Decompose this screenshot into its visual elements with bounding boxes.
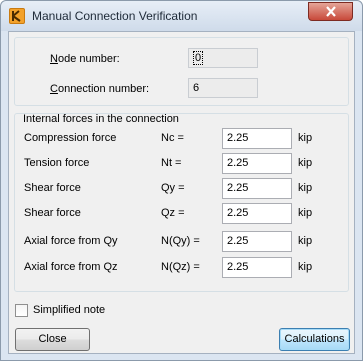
window-close-button[interactable] <box>308 2 353 21</box>
force-unit-label: kip <box>298 207 313 219</box>
force-name-label: Axial force from Qy <box>24 235 118 247</box>
force-unit-label: kip <box>298 235 313 247</box>
force-unit-label: kip <box>298 132 313 144</box>
force-value-input[interactable]: 2.25 <box>222 178 292 199</box>
force-name-label: Compression force <box>24 132 117 144</box>
simplified-note-label: Simplified note <box>33 304 106 316</box>
internal-forces-title: Internal forces in the connection <box>23 113 179 125</box>
internal-forces-group: Internal forces in the connection Compre… <box>14 113 349 292</box>
force-value-input[interactable]: 2.25 <box>222 257 292 278</box>
dialog-window: Manual Connection Verification Node numb… <box>0 0 363 361</box>
connection-number-field[interactable]: 6 <box>188 78 258 98</box>
title-bar[interactable]: Manual Connection Verification <box>1 1 362 31</box>
force-symbol-label: Qz = <box>161 207 185 219</box>
close-button[interactable]: Close <box>15 328 90 351</box>
node-number-label: Node number: <box>50 53 120 65</box>
force-unit-label: kip <box>298 157 313 169</box>
node-number-field[interactable]: 0 <box>188 48 258 68</box>
force-symbol-label: N(Qy) = <box>161 235 200 247</box>
force-unit-label: kip <box>298 261 313 273</box>
app-logo-icon <box>9 8 25 24</box>
window-title: Manual Connection Verification <box>32 9 198 23</box>
simplified-note-checkbox[interactable] <box>15 304 28 317</box>
calculations-button[interactable]: Calculations <box>279 328 350 351</box>
force-value-input[interactable]: 2.25 <box>222 153 292 174</box>
force-value-input[interactable]: 2.25 <box>222 128 292 149</box>
force-unit-label: kip <box>298 182 313 194</box>
force-symbol-label: N(Qz) = <box>161 261 200 273</box>
force-name-label: Axial force from Qz <box>24 261 118 273</box>
force-value-input[interactable]: 2.25 <box>222 231 292 252</box>
connection-number-label: Connection number: <box>50 83 150 95</box>
identification-group: Node number: 0 Connection number: 6 <box>14 37 349 106</box>
force-name-label: Shear force <box>24 207 81 219</box>
force-value-input[interactable]: 2.25 <box>222 203 292 224</box>
force-name-label: Shear force <box>24 182 81 194</box>
force-symbol-label: Nc = <box>161 132 184 144</box>
dialog-body: Node number: 0 Connection number: 6 Inte… <box>8 31 355 354</box>
force-symbol-label: Nt = <box>161 157 182 169</box>
force-name-label: Tension force <box>24 157 90 169</box>
force-symbol-label: Qy = <box>161 182 185 194</box>
close-icon <box>326 6 336 17</box>
